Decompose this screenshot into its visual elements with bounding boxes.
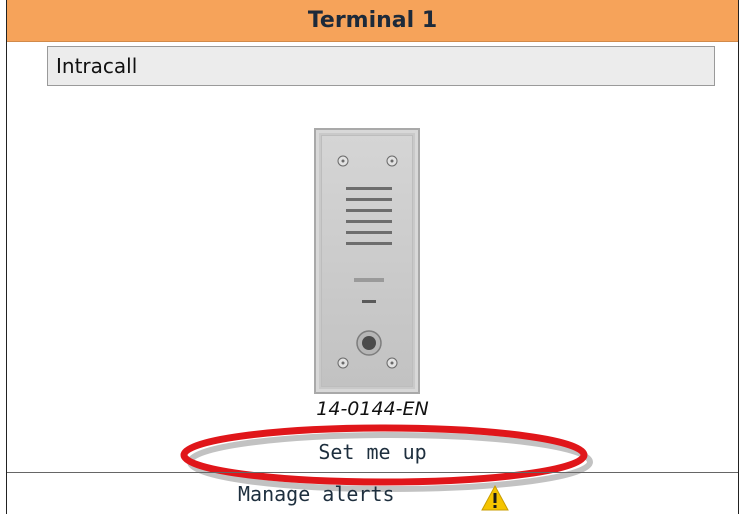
intercom-device-image xyxy=(314,128,420,394)
set-me-up-link[interactable]: Set me up xyxy=(0,440,745,464)
intercom-panel-graphic xyxy=(337,155,398,369)
device-model-label: 14-0144-EN xyxy=(316,398,429,420)
section-divider xyxy=(7,472,738,473)
warning-icon xyxy=(481,484,509,511)
terminal-name-field[interactable]: Intracall xyxy=(47,46,715,86)
manage-alerts-link[interactable]: Manage alerts xyxy=(238,482,395,506)
panel-title: Terminal 1 xyxy=(7,0,738,42)
